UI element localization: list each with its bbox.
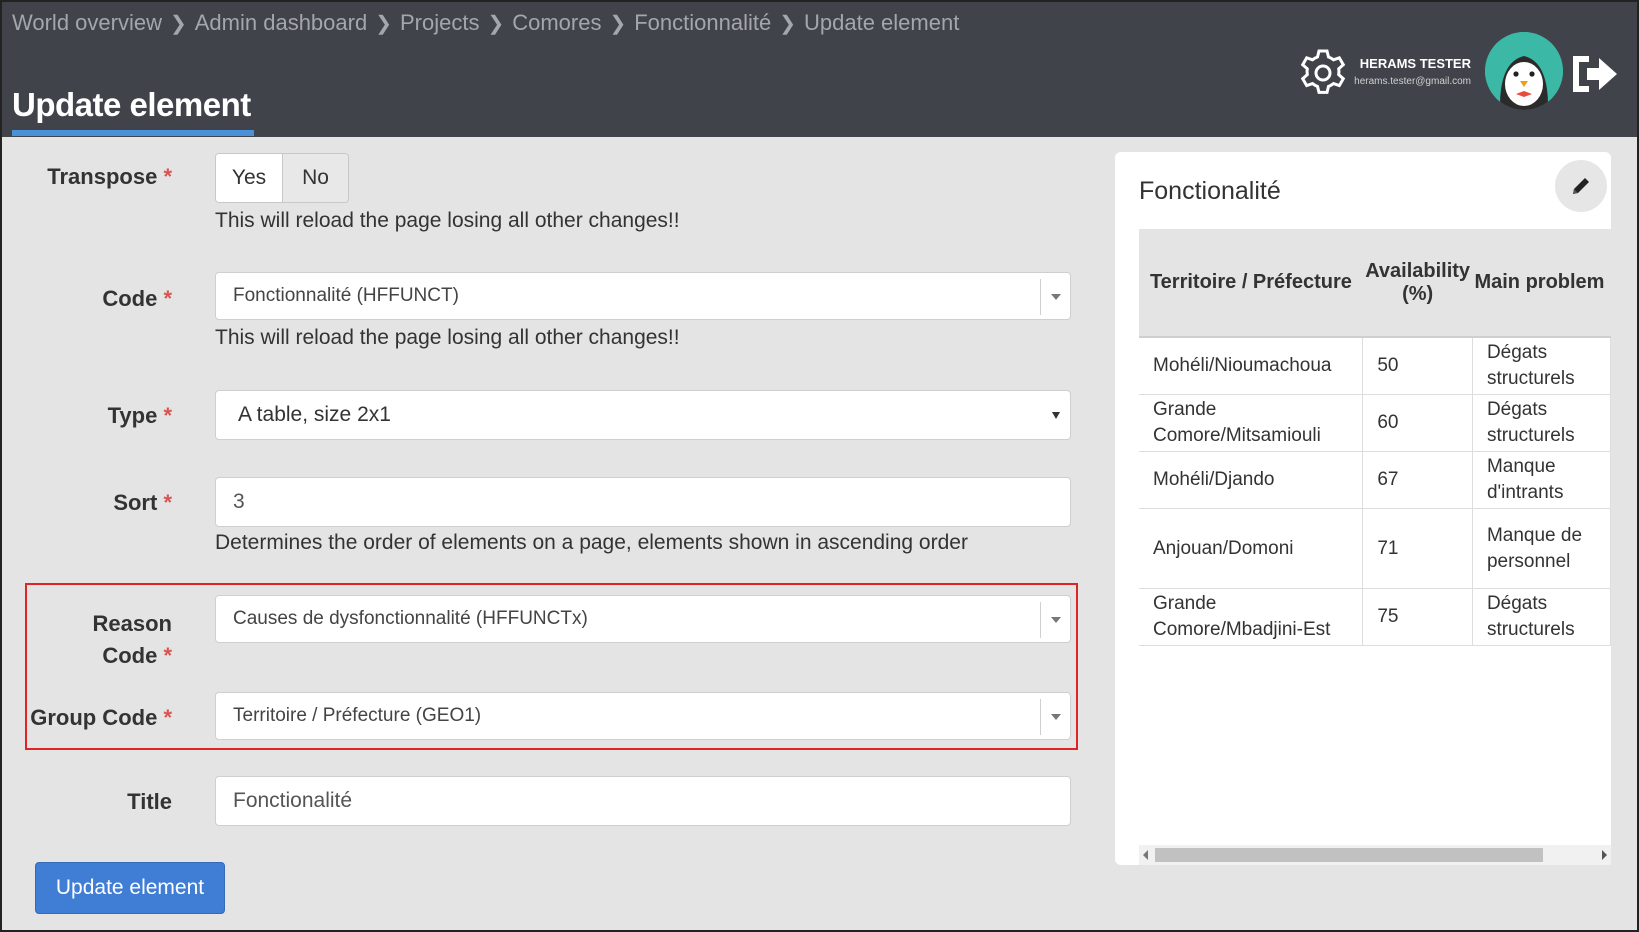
breadcrumb-world-overview[interactable]: World overview xyxy=(12,10,162,36)
table-cell: Manque de personnel xyxy=(1472,508,1611,589)
group-code-select[interactable]: Territoire / Préfecture (GEO1) xyxy=(215,692,1071,740)
code-select-value: Fonctionnalité (HFFUNCT) xyxy=(233,285,459,306)
chevron-down-icon[interactable] xyxy=(1040,602,1070,638)
table-row: Mohéli/Nioumachoua 50 Dégats structurels xyxy=(1139,337,1611,395)
avatar[interactable] xyxy=(1485,32,1563,110)
scrollbar-thumb[interactable] xyxy=(1155,848,1543,862)
sort-input[interactable]: 3 xyxy=(215,477,1071,527)
code-help: This will reload the page losing all oth… xyxy=(215,326,680,349)
chevron-right-icon: ❯ xyxy=(487,12,505,35)
preview-card: Fonctionalité Territoire / Préfecture Av… xyxy=(1115,152,1611,865)
transpose-yes-button[interactable]: Yes xyxy=(216,154,282,202)
reason-code-label: Reason Code * xyxy=(92,611,172,668)
title-input[interactable]: Fonctionalité xyxy=(215,776,1071,826)
logout-icon[interactable] xyxy=(1569,52,1621,96)
breadcrumb-comores[interactable]: Comores xyxy=(512,10,601,36)
breadcrumb-projects[interactable]: Projects xyxy=(400,10,479,36)
table-cell: Dégats structurels xyxy=(1472,394,1611,452)
scroll-left-icon[interactable] xyxy=(1143,850,1148,860)
table-cell: 60 xyxy=(1362,394,1473,452)
column-header[interactable]: Availability (%) xyxy=(1362,229,1473,338)
breadcrumb-current: Update element xyxy=(803,10,960,35)
table-cell: 71 xyxy=(1362,508,1473,589)
table-row: Grande Comore/Mitsamiouli 60 Dégats stru… xyxy=(1139,394,1611,452)
table-cell: Manque d'intrants xyxy=(1472,451,1611,509)
transpose-help: This will reload the page losing all oth… xyxy=(215,209,680,232)
table-row: Anjouan/Domoni 71 Manque de personnel xyxy=(1139,508,1611,589)
table-cell: Mohéli/Djando xyxy=(1139,451,1364,509)
chevron-down-icon[interactable] xyxy=(1040,279,1070,315)
table-cell: Mohéli/Nioumachoua xyxy=(1139,337,1364,395)
code-label: Code * xyxy=(102,286,172,311)
user-email: herams.tester@gmail.com xyxy=(1354,76,1471,87)
chevron-right-icon: ❯ xyxy=(779,12,796,35)
title-label: Title xyxy=(127,789,172,814)
column-header[interactable]: Main problem xyxy=(1472,229,1611,338)
reason-code-select[interactable]: Causes de dysfonctionnalité (HFFUNCTx) xyxy=(215,595,1071,643)
preview-table: Territoire / Préfecture Availability (%)… xyxy=(1139,229,1611,646)
table-row: Grande Comore/Mbadjini-Est 75 Dégats str… xyxy=(1139,588,1611,646)
table-cell: 50 xyxy=(1362,337,1473,395)
table-cell: Anjouan/Domoni xyxy=(1139,508,1364,589)
breadcrumb-fonctionnalite[interactable]: Fonctionnalité xyxy=(634,10,771,36)
table-header-row: Territoire / Préfecture Availability (%)… xyxy=(1139,229,1611,338)
table-cell: Grande Comore/Mitsamiouli xyxy=(1139,394,1364,452)
column-header[interactable]: Territoire / Préfecture xyxy=(1139,229,1363,338)
preview-table-container[interactable]: Territoire / Préfecture Availability (%)… xyxy=(1139,229,1611,856)
table-cell: 75 xyxy=(1362,588,1473,646)
sort-help: Determines the order of elements on a pa… xyxy=(215,531,968,554)
group-code-select-value: Territoire / Préfecture (GEO1) xyxy=(233,705,482,726)
transpose-label: Transpose * xyxy=(47,164,172,189)
chevron-right-icon: ❯ xyxy=(169,12,187,35)
reason-code-select-value: Causes de dysfonctionnalité (HFFUNCTx) xyxy=(233,608,588,629)
user-name: HERAMS TESTER xyxy=(1359,56,1471,71)
page-title: Update element xyxy=(12,86,251,123)
preview-title: Fonctionalité xyxy=(1139,177,1281,205)
top-header: World overview ❯ Admin dashboard ❯ Proje… xyxy=(2,2,1637,137)
chevron-down-icon[interactable] xyxy=(1040,699,1070,735)
table-cell: Dégats structurels xyxy=(1472,337,1611,395)
update-element-button[interactable]: Update element xyxy=(35,862,225,914)
scroll-right-icon[interactable] xyxy=(1602,850,1607,860)
breadcrumb-admin-dashboard[interactable]: Admin dashboard xyxy=(195,10,367,36)
title-underline xyxy=(12,130,254,136)
sort-label: Sort * xyxy=(113,490,172,515)
type-select[interactable]: A table, size 2x1 xyxy=(215,390,1071,440)
table-row: Mohéli/Djando 67 Manque d'intrants xyxy=(1139,451,1611,509)
chevron-right-icon: ❯ xyxy=(375,12,392,35)
edit-element-button[interactable] xyxy=(1555,160,1607,212)
code-select[interactable]: Fonctionnalité (HFFUNCT) xyxy=(215,272,1071,320)
horizontal-scrollbar[interactable] xyxy=(1139,845,1611,865)
group-code-label: Group Code * xyxy=(30,705,172,730)
type-select-value: A table, size 2x1 xyxy=(238,403,391,426)
transpose-toggle[interactable]: Yes No xyxy=(215,153,349,203)
table-cell: 67 xyxy=(1362,451,1473,509)
breadcrumb: World overview ❯ Admin dashboard ❯ Proje… xyxy=(12,10,959,36)
table-cell: Grande Comore/Mbadjini-Est xyxy=(1139,588,1364,646)
table-cell: Dégats structurels xyxy=(1472,588,1611,646)
pencil-icon xyxy=(1573,178,1589,194)
chevron-right-icon: ❯ xyxy=(609,12,627,35)
type-label: Type * xyxy=(107,403,172,428)
transpose-no-button[interactable]: No xyxy=(282,154,348,202)
gear-icon[interactable] xyxy=(1297,47,1349,99)
chevron-down-icon xyxy=(1052,412,1060,419)
app-window: World overview ❯ Admin dashboard ❯ Proje… xyxy=(0,0,1639,932)
